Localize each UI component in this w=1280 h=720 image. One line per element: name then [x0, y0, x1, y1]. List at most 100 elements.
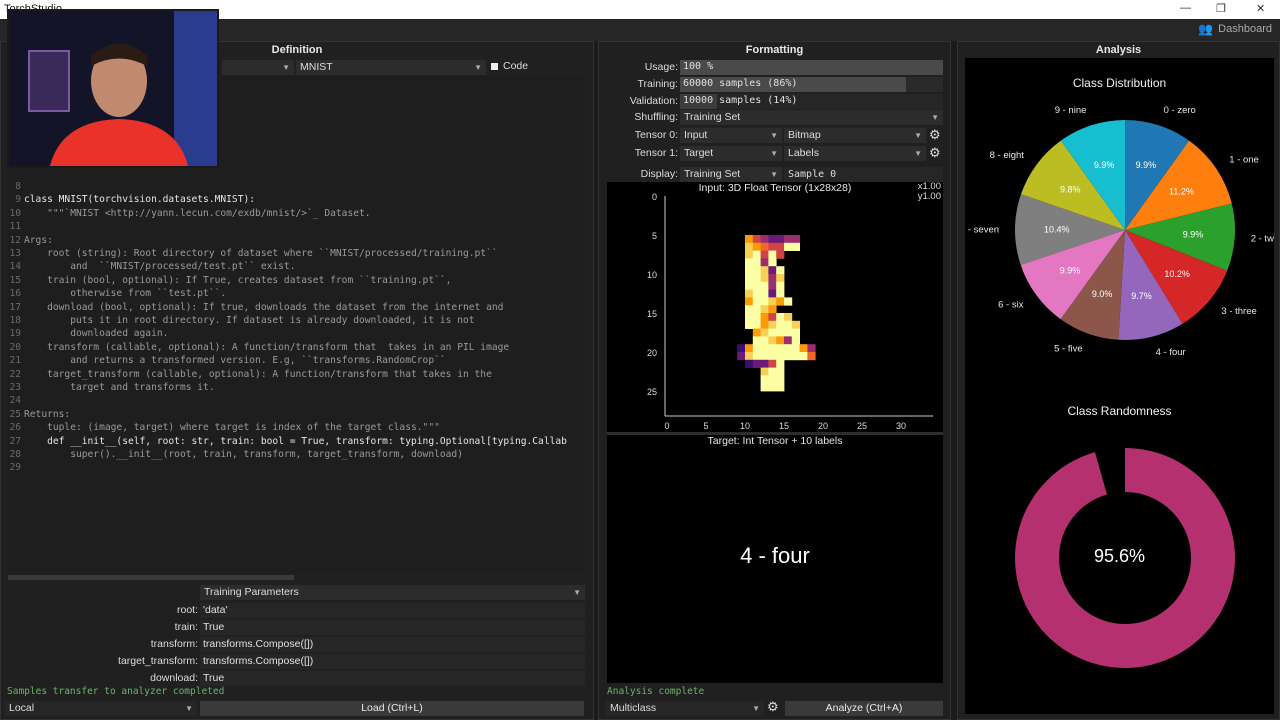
class-randomness-value: 95.6% — [1093, 546, 1146, 566]
tensor1-role-value: Target — [684, 147, 714, 159]
x-tick-label: 20 — [818, 421, 828, 431]
digit-pixel — [768, 320, 777, 329]
usage-bar[interactable]: 100 % — [680, 60, 943, 75]
display-select-value: Training Set — [684, 168, 741, 180]
load-button[interactable]: Load (Ctrl+L) — [200, 701, 584, 716]
digit-pixel — [791, 235, 800, 244]
pie-percent-label: 9.9% — [1183, 230, 1204, 240]
restore-icon[interactable]: ❐ — [1216, 2, 1226, 15]
digit-pixel — [760, 266, 769, 275]
digit-pixel — [776, 274, 785, 283]
code-editor[interactable]: 8 9 class MNIST(torchvision.datasets.MNIST… — [8, 176, 585, 574]
code-line-number: 25 — [9, 408, 21, 420]
display-select[interactable]: Training Set ▼ — [680, 167, 782, 182]
digit-pixel — [768, 242, 777, 251]
code-checkbox[interactable] — [491, 63, 498, 70]
digit-pixel — [745, 297, 754, 306]
code-line-number: 28 — [9, 449, 21, 460]
digit-pixel — [745, 305, 754, 314]
digit-pixel — [776, 297, 785, 306]
digit-pixel — [752, 297, 761, 306]
digit-pixel — [745, 258, 754, 267]
code-line-text: Returns: — [24, 408, 71, 420]
param-value-input[interactable]: 'data' — [200, 603, 585, 618]
digit-pixel — [760, 250, 769, 259]
digit-pixel — [752, 305, 761, 314]
code-line-number: 29 — [9, 462, 21, 474]
digit-pixel — [776, 352, 785, 361]
code-line-text: and returns a transformed version. E.g, … — [24, 355, 446, 367]
code-line-text: tuple: (image, target) where target is i… — [24, 422, 440, 434]
training-bar[interactable]: 60000 samples (86%) — [680, 77, 943, 92]
shuffling-select[interactable]: Training Set ▼ — [680, 110, 943, 125]
digit-pixel — [745, 281, 754, 290]
code-line-number: 20 — [9, 341, 21, 353]
validation-bar[interactable]: 10000 samples (14%) — [680, 94, 943, 109]
digit-pixel — [760, 281, 769, 290]
pie-category-label: 6 - six — [998, 300, 1024, 311]
tensor1-type-select[interactable]: Labels ▼ — [784, 146, 926, 161]
param-value-input[interactable]: True — [200, 671, 585, 686]
location-select[interactable]: Local ▼ — [5, 701, 197, 716]
digit-pixel — [752, 289, 761, 298]
close-icon[interactable]: ✕ — [1256, 2, 1265, 15]
digit-pixel — [776, 289, 785, 298]
digit-pixel — [760, 274, 769, 283]
param-value-input[interactable]: transforms.Compose([]) — [200, 654, 585, 669]
tensor1-gear-icon[interactable]: ⚙ — [929, 145, 941, 161]
tensor0-role-select[interactable]: Input ▼ — [680, 128, 782, 143]
digit-pixel — [760, 359, 769, 368]
param-value-input[interactable]: True — [200, 620, 585, 635]
training-value: 60000 samples (86%) — [683, 78, 798, 89]
x-tick-label: 5 — [703, 421, 708, 431]
digit-pixel — [799, 344, 808, 353]
category-select[interactable]: ▼ — [222, 60, 294, 75]
pie-category-label: 2 - two — [1251, 234, 1274, 245]
pie-category-label: 0 - zero — [1164, 105, 1196, 116]
digit-pixel — [776, 266, 785, 275]
digit-pixel — [752, 320, 761, 329]
analyzer-select[interactable]: Multiclass ▼ — [606, 701, 764, 716]
param-label: root: — [176, 604, 198, 616]
code-line-text: def __init__(self, root: str, train: boo… — [24, 435, 567, 447]
code-toggle-label: Code — [503, 60, 529, 72]
code-horizontal-scrollbar[interactable] — [8, 575, 294, 580]
digit-pixel — [760, 328, 769, 337]
digit-pixel — [776, 235, 785, 244]
digit-pixel — [776, 344, 785, 353]
digit-pixel — [768, 258, 777, 267]
digit-pixel — [737, 344, 746, 353]
dashboard-label: Dashboard — [1218, 23, 1272, 35]
pie-category-label: 3 - three — [1221, 306, 1256, 317]
tensor1-role-select[interactable]: Target ▼ — [680, 146, 782, 161]
digit-pixel — [745, 235, 754, 244]
digit-pixel — [768, 289, 777, 298]
digit-pixel — [760, 297, 769, 306]
presenter-video-image — [9, 11, 217, 166]
digit-pixel — [745, 313, 754, 322]
x-tick-label: 25 — [857, 421, 867, 431]
param-value-input[interactable]: transforms.Compose([]) — [200, 637, 585, 652]
minimize-icon[interactable]: — — [1180, 2, 1191, 14]
target-tensor-view: Target: Int Tensor + 10 labels 4 - four — [607, 435, 943, 683]
shuffling-label: Shuffling: — [634, 111, 678, 123]
digit-pixel — [760, 367, 769, 376]
dataset-select[interactable]: MNIST ▼ — [296, 60, 486, 75]
digit-pixel — [784, 235, 793, 244]
class-randomness-title: Class Randomness — [1067, 404, 1172, 418]
tensor0-type-select[interactable]: Bitmap ▼ — [784, 128, 926, 143]
code-line-number: 14 — [9, 261, 21, 273]
digit-pixel — [745, 250, 754, 259]
code-line-number: 24 — [9, 395, 21, 407]
code-line-text: Args: — [24, 234, 53, 246]
sample-spinbox[interactable]: Sample 0 — [784, 167, 943, 182]
dashboard-button[interactable]: 👥 Dashboard — [1198, 22, 1272, 36]
analyze-button[interactable]: Analyze (Ctrl+A) — [785, 701, 943, 716]
analyzer-gear-icon[interactable]: ⚙ — [767, 699, 779, 715]
digit-pixel — [745, 289, 754, 298]
tensor0-gear-icon[interactable]: ⚙ — [929, 127, 941, 143]
digit-pixel — [737, 352, 746, 361]
digit-pixel — [784, 352, 793, 361]
input-tensor-view[interactable]: Input: 3D Float Tensor (1x28x28) x1.00 y… — [607, 182, 943, 432]
params-select[interactable]: Training Parameters ▼ — [200, 585, 585, 600]
